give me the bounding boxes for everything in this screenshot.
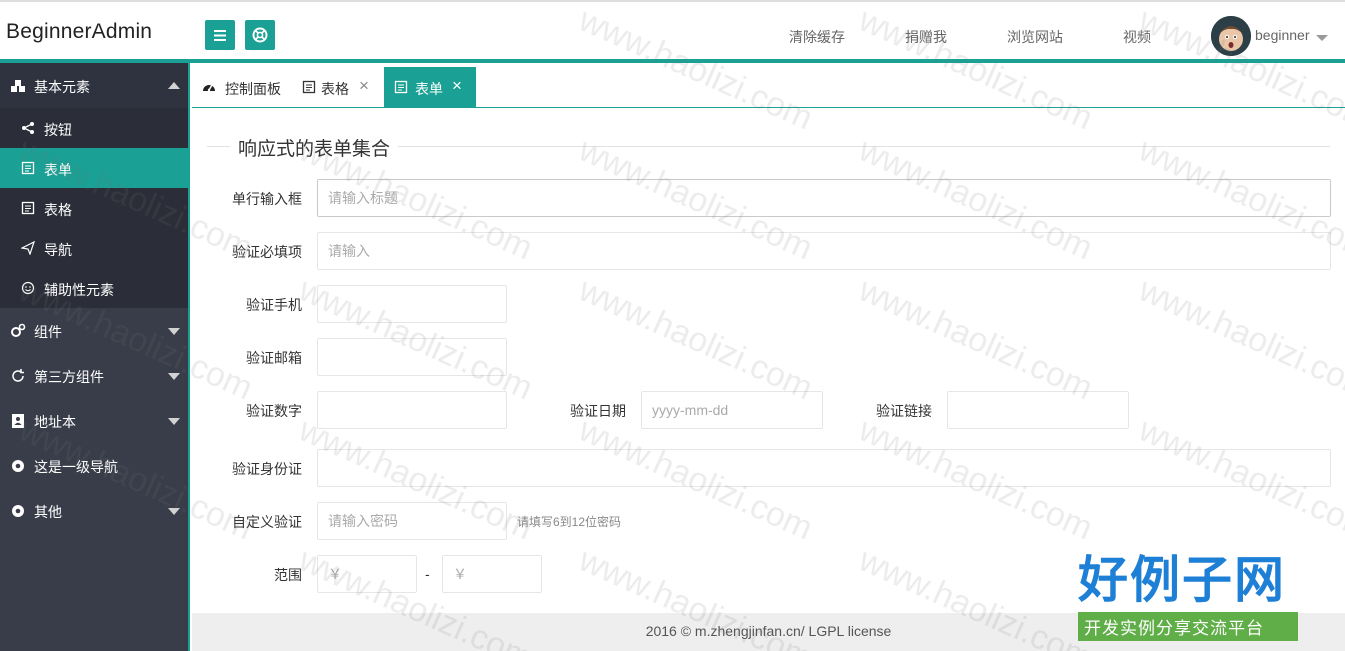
sidebar-group-other[interactable]: 其他	[0, 488, 188, 533]
chevron-down-icon[interactable]	[1316, 35, 1328, 41]
user-name[interactable]: beginner	[1255, 27, 1310, 43]
url-input[interactable]	[947, 391, 1129, 429]
tab-label: 表格	[321, 81, 349, 97]
required-input[interactable]	[317, 232, 1331, 270]
sidebar-group-label: 基本元素	[34, 79, 90, 95]
range-max-input[interactable]	[442, 555, 542, 593]
range-separator: -	[425, 566, 430, 582]
date-input[interactable]	[641, 391, 823, 429]
sidebar-group-label: 组件	[34, 324, 62, 340]
phone-input[interactable]	[317, 285, 507, 323]
cubes-icon	[11, 80, 25, 92]
number-label: 验证数字	[246, 403, 302, 419]
sidebar-item-navigation[interactable]: 导航	[0, 228, 188, 268]
password-hint: 请填写6到12位密码	[517, 515, 622, 529]
avatar[interactable]	[1211, 16, 1251, 56]
refresh-icon	[12, 369, 24, 382]
tab-label: 控制面板	[225, 81, 281, 97]
sidebar-item-label: 导航	[44, 242, 72, 258]
address-book-icon	[12, 414, 24, 428]
brand-title: 好例子网	[1078, 550, 1286, 609]
sidebar-group-basic-elements[interactable]: 基本元素	[0, 63, 188, 108]
title-label: 单行输入框	[232, 191, 302, 207]
sidebar: 基本元素 按钮 表单 表格 导航 辅助性元素 组件 第三方组件 地址本 这是一级…	[0, 63, 190, 651]
table-icon	[302, 80, 316, 94]
url-label: 验证链接	[876, 403, 932, 419]
title-input[interactable]	[317, 179, 1331, 217]
tab-dashboard[interactable]: 控制面板	[192, 67, 290, 107]
tab-bar: 控制面板 表格 × 表单 ×	[192, 67, 1345, 108]
sidebar-item-label: 表格	[44, 202, 72, 218]
chevron-down-icon	[168, 508, 180, 515]
lifebuoy-button[interactable]	[245, 20, 275, 50]
clear-cache-link[interactable]: 清除缓存	[789, 27, 845, 47]
identity-label: 验证身份证	[232, 461, 302, 477]
sidebar-group-level-one-nav[interactable]: 这是一级导航	[0, 443, 188, 488]
sidebar-item-form[interactable]: 表单	[0, 148, 188, 188]
sidebar-group-label: 地址本	[34, 414, 76, 430]
sidebar-item-label: 按钮	[44, 122, 72, 138]
table-icon	[21, 201, 35, 215]
chevron-down-icon	[168, 418, 180, 425]
chevron-down-icon	[168, 328, 180, 335]
sidebar-group-address-book[interactable]: 地址本	[0, 398, 188, 443]
sidebar-group-third-party[interactable]: 第三方组件	[0, 353, 188, 398]
sidebar-group-label: 这是一级导航	[34, 459, 118, 475]
email-label: 验证邮箱	[246, 350, 302, 366]
sidebar-item-table[interactable]: 表格	[0, 188, 188, 228]
chevron-down-icon	[168, 373, 180, 380]
sidebar-group-label: 第三方组件	[34, 369, 104, 385]
form-icon	[394, 80, 408, 94]
sidebar-group-label: 其他	[34, 504, 62, 520]
smile-icon	[21, 281, 35, 295]
close-icon[interactable]: ×	[452, 76, 462, 96]
top-header: BeginnerAdmin 清除缓存 捐赠我 浏览网站 视频 beginner	[0, 0, 1345, 63]
email-input[interactable]	[317, 338, 507, 376]
dot-circle-icon	[12, 460, 24, 472]
phone-label: 验证手机	[246, 297, 302, 313]
browse-site-link[interactable]: 浏览网站	[1007, 27, 1063, 47]
form-icon	[21, 161, 35, 175]
sidebar-item-buttons[interactable]: 按钮	[0, 108, 188, 148]
tab-table[interactable]: 表格 ×	[292, 67, 382, 107]
range-label: 范围	[274, 567, 302, 583]
chevron-up-icon	[168, 82, 180, 89]
password-label: 自定义验证	[232, 514, 302, 530]
number-input[interactable]	[317, 391, 507, 429]
sidebar-item-auxiliary[interactable]: 辅助性元素	[0, 268, 188, 308]
dot-circle-icon	[12, 505, 24, 517]
sidebar-item-label: 表单	[44, 162, 72, 178]
app-logo[interactable]: BeginnerAdmin	[6, 20, 152, 44]
date-label: 验证日期	[570, 403, 626, 419]
share-icon	[22, 122, 34, 134]
watermark: www.haolizi.com	[573, 270, 819, 408]
tab-form[interactable]: 表单 ×	[384, 67, 476, 107]
donate-link[interactable]: 捐赠我	[905, 27, 947, 47]
range-min-input[interactable]	[317, 555, 417, 593]
watermark: www.haolizi.com	[853, 270, 1099, 408]
brand-tagline: 开发实例分享交流平台	[1078, 612, 1298, 641]
sidebar-item-label: 辅助性元素	[44, 282, 114, 298]
video-link[interactable]: 视频	[1123, 27, 1151, 47]
menu-icon	[214, 29, 226, 41]
close-icon[interactable]: ×	[359, 76, 369, 96]
dashboard-icon	[203, 84, 215, 92]
tab-label: 表单	[415, 81, 443, 97]
brand-watermark-logo: 好例子网 开发实例分享交流平台	[1078, 552, 1298, 641]
menu-toggle-button[interactable]	[205, 20, 235, 50]
lifebuoy-icon	[252, 27, 268, 43]
required-label: 验证必填项	[232, 244, 302, 260]
paper-plane-icon	[21, 241, 35, 255]
watermark: www.haolizi.com	[1133, 270, 1345, 408]
sidebar-group-components[interactable]: 组件	[0, 308, 188, 353]
form-legend: 响应式的表单集合	[230, 134, 399, 161]
password-input[interactable]	[317, 502, 507, 540]
identity-input[interactable]	[317, 449, 1331, 487]
gears-icon	[11, 323, 26, 337]
